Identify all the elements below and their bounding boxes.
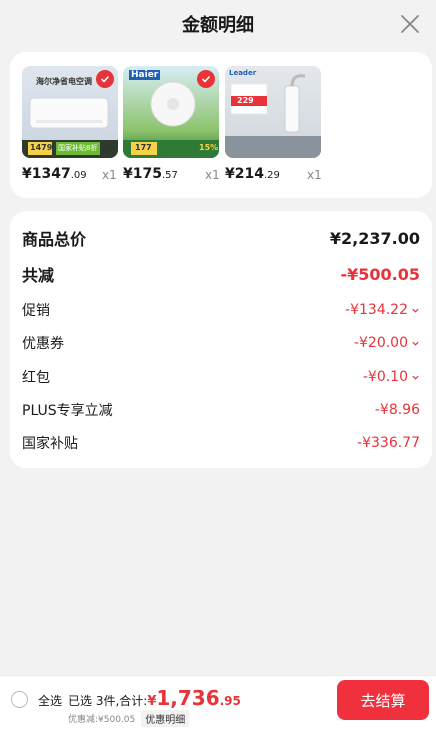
row-label: 国家补贴	[22, 436, 78, 452]
product-image-price: 177	[135, 143, 152, 152]
product-image: 海尔净省电空调 1479 国家补贴8折	[22, 66, 118, 158]
discount-detail-button[interactable]: 优惠明细	[141, 710, 190, 727]
product-image: Leader 229	[225, 66, 321, 158]
row-value: -¥0.10	[363, 369, 420, 385]
row-label: 优惠券	[22, 336, 64, 352]
row-value: -¥134.22	[345, 302, 420, 318]
amount-detail-sheet: 金额明细 海尔净省电空调 1479 国家补贴8折 ¥1347.09 x1 Hai…	[0, 0, 436, 739]
close-icon	[401, 15, 419, 33]
close-button[interactable]	[398, 12, 422, 36]
price-summary: 商品总价 ¥2,237.00 共减 -¥500.05 促销 -¥134.22 优…	[10, 211, 432, 468]
product-quantity: x1	[307, 168, 322, 182]
product-price: ¥1347.09	[22, 166, 87, 182]
page-title: 金额明细	[182, 15, 254, 36]
summary-row-national-subsidy: 国家补贴 -¥336.77	[22, 431, 420, 455]
summary-row-promotion[interactable]: 促销 -¥134.22	[22, 298, 420, 322]
checkout-button[interactable]: 去结算	[337, 680, 429, 720]
selected-count-text: 已选 3件,合计:	[68, 694, 148, 708]
row-value-text: -¥0.10	[362, 369, 408, 385]
price-decimal: .29	[263, 170, 280, 181]
product-image-price: 229	[237, 96, 254, 105]
row-label: 促销	[22, 303, 50, 319]
row-value: -¥500.05	[340, 264, 420, 284]
product-image: Haier 177 15%	[123, 66, 219, 158]
product-image-caption: 海尔净省电空调	[36, 77, 92, 86]
price-integer: ¥175	[123, 166, 162, 182]
row-value: -¥8.96	[374, 402, 420, 418]
product-image-badge: 15%	[199, 143, 219, 152]
product-list: 海尔净省电空调 1479 国家补贴8折 ¥1347.09 x1 Haier 17	[10, 52, 432, 198]
price-integer: ¥1347	[22, 166, 71, 182]
total-integer: 1,736	[156, 686, 220, 710]
row-value-text: -¥134.22	[345, 302, 408, 318]
summary-row-plus-discount: PLUS专享立减 -¥8.96	[22, 398, 420, 422]
summary-row-red-packet[interactable]: 红包 -¥0.10	[22, 365, 420, 389]
discount-summary: 优惠减:¥500.05 优惠明细	[68, 710, 190, 727]
summary-row-total-discount: 共减 -¥500.05	[22, 262, 420, 286]
product-quantity: x1	[102, 168, 117, 182]
select-all-radio[interactable]	[11, 691, 28, 708]
header: 金额明细	[0, 0, 436, 48]
check-icon	[201, 75, 211, 83]
row-label: 商品总价	[22, 230, 87, 249]
selected-summary: 已选 3件,合计: ¥ 1,736 .95	[68, 686, 241, 710]
product-image-badge: 国家补贴8折	[58, 144, 98, 152]
brand-logo: Leader	[229, 69, 257, 77]
row-value: -¥20.00	[354, 335, 420, 351]
row-label: PLUS专享立减	[22, 403, 113, 419]
total-currency: ¥	[147, 694, 157, 709]
water-heater-image	[225, 74, 321, 158]
product-quantity: x1	[205, 168, 220, 182]
product-image-price: 1479	[30, 143, 53, 152]
product-item[interactable]: 海尔净省电空调 1479 国家补贴8折 ¥1347.09 x1	[22, 66, 118, 182]
price-decimal: .57	[161, 170, 178, 181]
chevron-down-icon	[412, 308, 419, 313]
selected-check[interactable]	[197, 70, 215, 88]
summary-row-coupon[interactable]: 优惠券 -¥20.00	[22, 331, 420, 355]
chevron-down-icon	[412, 375, 419, 380]
row-value: ¥2,237.00	[329, 228, 420, 248]
discount-text: 优惠减:¥500.05	[68, 715, 136, 725]
row-value: -¥336.77	[357, 435, 420, 451]
product-price: ¥214.29	[225, 166, 280, 182]
price-decimal: .09	[70, 170, 87, 181]
brand-logo: Haier	[129, 70, 161, 80]
price-integer: ¥214	[225, 166, 264, 182]
product-item[interactable]: Leader 229 ¥214.29 x1	[225, 66, 322, 182]
checkout-bar: 全选 已选 3件,合计: ¥ 1,736 .95 优惠减:¥500.05 优惠明…	[0, 675, 436, 739]
summary-row-total: 商品总价 ¥2,237.00	[22, 226, 420, 250]
check-icon	[100, 75, 110, 83]
product-price: ¥175.57	[123, 166, 178, 182]
row-label: 红包	[22, 370, 50, 386]
select-all-label[interactable]: 全选	[38, 692, 62, 709]
chevron-down-icon	[412, 341, 419, 346]
selected-check[interactable]	[96, 70, 114, 88]
row-label: 共减	[22, 266, 55, 285]
row-value-text: -¥20.00	[353, 335, 408, 351]
total-decimal: .95	[219, 694, 241, 708]
product-item[interactable]: Haier 177 15% ¥175.57 x1	[123, 66, 220, 182]
